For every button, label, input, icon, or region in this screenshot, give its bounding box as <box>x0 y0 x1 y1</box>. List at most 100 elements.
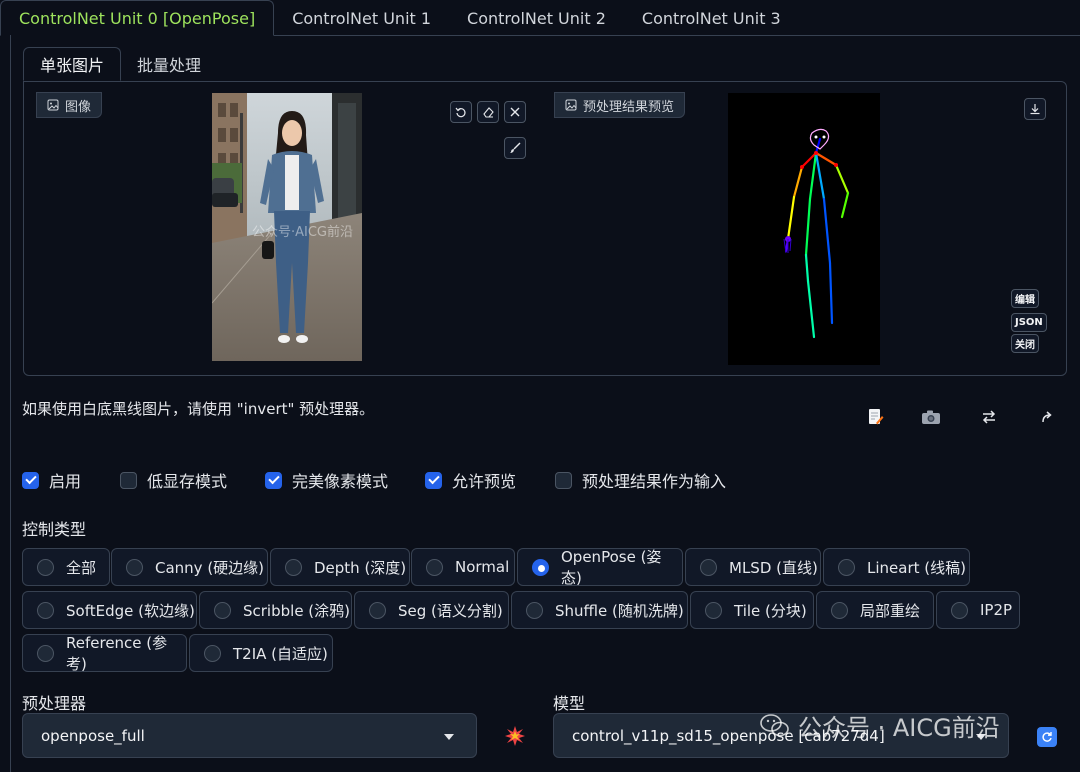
input-mode-tabs: 单张图片 批量处理 <box>23 47 217 81</box>
radio-label: 全部 <box>66 558 97 577</box>
radio-dot[interactable] <box>126 558 143 576</box>
camera-icon <box>922 410 940 424</box>
radio-dot[interactable] <box>831 601 848 619</box>
radio-label: SoftEdge (软边缘) <box>66 601 195 620</box>
checkbox-label: 启用 <box>49 472 82 491</box>
radio-label: Lineart (线稿) <box>867 558 966 577</box>
unit-tabs: ControlNet Unit 0 [OpenPose] ControlNet … <box>0 0 1080 36</box>
preprocessor-select[interactable]: openpose_full <box>22 713 477 758</box>
webcam-button[interactable] <box>920 406 942 428</box>
input-photo[interactable]: 公众号·AICG前沿 <box>212 93 362 361</box>
radio-normal[interactable]: Normal <box>411 548 515 586</box>
radio-seg[interactable]: Seg (语义分割) <box>354 591 509 629</box>
brush-button[interactable] <box>504 137 526 159</box>
checkbox-label: 允许预览 <box>452 472 517 491</box>
radio-label: Normal <box>455 558 510 576</box>
eraser-button[interactable] <box>477 101 499 123</box>
pose-json-button[interactable]: JSON <box>1011 313 1047 332</box>
clear-image-button[interactable] <box>504 101 526 123</box>
radio-softedge[interactable]: SoftEdge (软边缘) <box>22 591 197 629</box>
checkbox-box[interactable] <box>555 471 572 489</box>
radio-depth[interactable]: Depth (深度) <box>270 548 410 586</box>
pose-skeleton <box>783 128 850 339</box>
open-new-canvas-button[interactable] <box>864 406 886 428</box>
control-type-label: 控制类型 <box>22 520 87 539</box>
tab-unit-3[interactable]: ControlNet Unit 3 <box>624 0 799 36</box>
radio-openpose[interactable]: OpenPose (姿态) <box>517 548 683 587</box>
send-dimensions-button[interactable] <box>1036 406 1058 428</box>
radio-mlsd[interactable]: MLSD (直线) <box>685 548 821 586</box>
radio-dot[interactable] <box>700 558 717 576</box>
radio-label: Depth (深度) <box>314 558 407 577</box>
wechat-watermark: 公众号 · AICG前沿 <box>760 708 1000 743</box>
radio-canny[interactable]: Canny (硬边缘) <box>111 548 268 586</box>
preview-label-text: 预处理结果预览 <box>583 99 675 115</box>
refresh-models-button[interactable] <box>1037 727 1057 747</box>
download-button[interactable] <box>1024 98 1046 120</box>
swap-icon <box>982 410 996 424</box>
radio-label: Tile (分块) <box>734 601 807 620</box>
send-icon <box>1042 411 1052 423</box>
radio-inpaint[interactable]: 局部重绘 <box>816 591 934 629</box>
tab-unit-0[interactable]: ControlNet Unit 0 [OpenPose] <box>0 0 275 36</box>
unit-panel: 单张图片 批量处理 图像 公众号·AICG前沿 预处理结果预览 编辑 JSON … <box>10 35 1080 772</box>
preprocessor-label: 预处理器 <box>22 694 87 713</box>
checkbox-box[interactable] <box>265 471 282 489</box>
radio-dot[interactable] <box>214 601 231 619</box>
radio-dot[interactable] <box>204 644 221 662</box>
tab-unit-1[interactable]: ControlNet Unit 1 <box>274 0 449 36</box>
radio-shuffle[interactable]: Shuffle (随机洗牌) <box>511 591 688 629</box>
radio-dot[interactable] <box>37 558 54 576</box>
radio-t2ia[interactable]: T2IA (自适应) <box>189 634 333 672</box>
wechat-icon <box>760 713 789 736</box>
radio-scribble[interactable]: Scribble (涂鸦) <box>199 591 352 629</box>
radio-dot[interactable] <box>285 558 302 576</box>
radio-lineart[interactable]: Lineart (线稿) <box>823 548 970 586</box>
checkbox-label: 完美像素模式 <box>292 472 389 491</box>
radio-label: MLSD (直线) <box>729 558 818 577</box>
radio-dot[interactable] <box>526 601 543 619</box>
run-preprocessor-button[interactable] <box>504 725 526 751</box>
radio-label: 局部重绘 <box>860 601 921 620</box>
chevron-down-icon <box>444 734 454 740</box>
enable-checkbox[interactable]: 启用 <box>22 468 81 492</box>
radio-dot[interactable] <box>705 601 722 619</box>
tab-single-image[interactable]: 单张图片 <box>23 47 122 81</box>
radio-label: Reference (参考) <box>66 634 168 673</box>
radio-dot[interactable] <box>838 558 855 576</box>
low-vram-checkbox[interactable]: 低显存模式 <box>120 468 227 492</box>
preprocess-as-input-checkbox[interactable]: 预处理结果作为输入 <box>555 468 726 492</box>
radio-tile[interactable]: Tile (分块) <box>690 591 814 629</box>
radio-label: Seg (语义分割) <box>398 601 503 620</box>
undo-button[interactable] <box>450 101 472 123</box>
radio-dot[interactable] <box>37 601 54 619</box>
radio-label: Scribble (涂鸦) <box>243 601 351 620</box>
pose-edit-button[interactable]: 编辑 <box>1011 289 1039 308</box>
radio-dot[interactable] <box>369 601 386 619</box>
allow-preview-checkbox[interactable]: 允许预览 <box>425 468 516 492</box>
model-label: 模型 <box>553 694 586 713</box>
radio-label: Shuffle (随机洗牌) <box>555 601 684 620</box>
pixel-perfect-checkbox[interactable]: 完美像素模式 <box>265 468 388 492</box>
radio-dot[interactable] <box>426 558 443 576</box>
radio-ip2p[interactable]: IP2P <box>936 591 1020 629</box>
explosion-icon <box>505 726 525 746</box>
radio-label: IP2P <box>980 601 1013 619</box>
close-icon <box>510 107 520 117</box>
watermark-text: 公众号 · AICG前沿 <box>798 714 1000 742</box>
image-icon <box>565 99 577 111</box>
checkbox-box[interactable] <box>120 471 137 489</box>
checkbox-box[interactable] <box>22 471 39 489</box>
radio-reference[interactable]: Reference (参考) <box>22 634 187 673</box>
pose-close-button[interactable]: 关闭 <box>1011 334 1039 353</box>
radio-all[interactable]: 全部 <box>22 548 110 586</box>
tab-batch[interactable]: 批量处理 <box>121 47 217 81</box>
radio-label: Canny (硬边缘) <box>155 558 265 577</box>
brush-icon <box>510 142 521 153</box>
tab-unit-2[interactable]: ControlNet Unit 2 <box>449 0 624 36</box>
radio-dot[interactable] <box>951 601 968 619</box>
radio-dot[interactable] <box>37 644 54 662</box>
radio-dot[interactable] <box>532 558 549 576</box>
checkbox-box[interactable] <box>425 471 442 489</box>
mirror-webcam-button[interactable] <box>978 406 1000 428</box>
